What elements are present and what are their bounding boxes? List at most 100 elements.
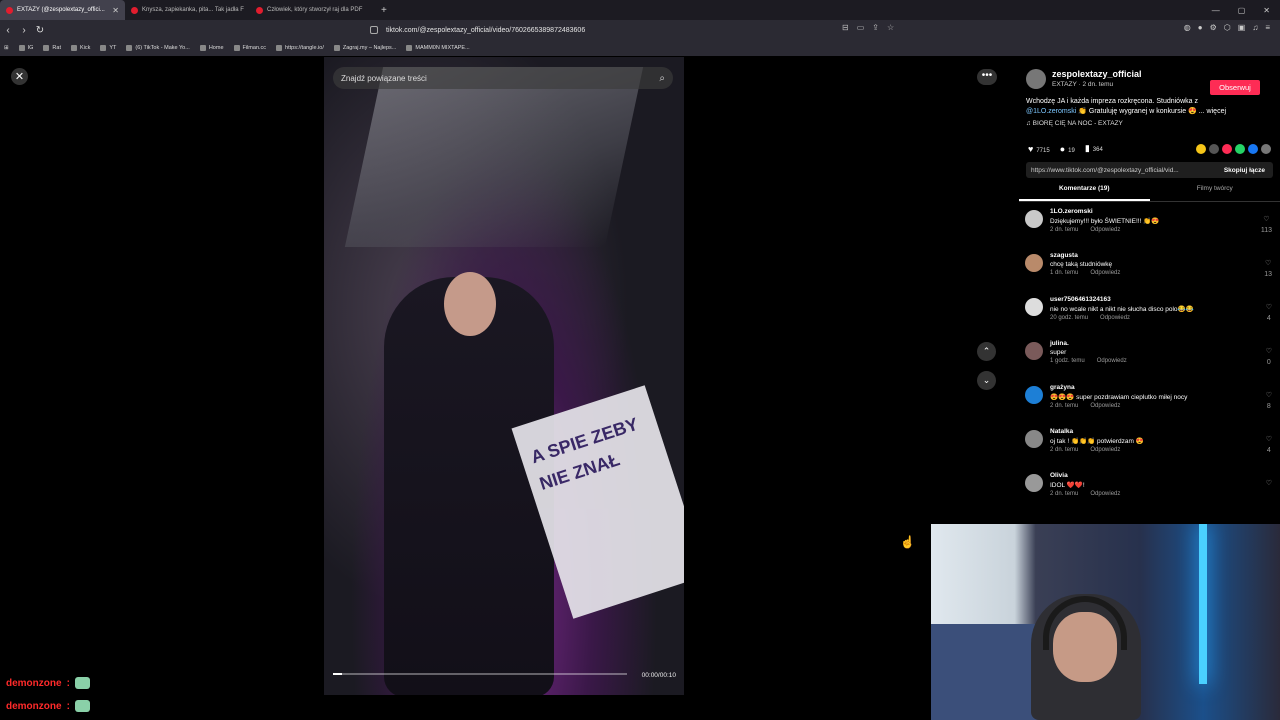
extension-icon[interactable]: ⚙	[1210, 23, 1217, 32]
save-button[interactable]: ▮ 364	[1085, 143, 1103, 154]
reload-icon[interactable]: ↻	[32, 25, 48, 36]
extension-icon[interactable]: ▣	[1238, 23, 1246, 32]
comment-username[interactable]: szagusta	[1050, 252, 1132, 259]
bookmark-item[interactable]: Rat	[43, 45, 61, 51]
comment-like-button[interactable]: ♡ 113	[1261, 214, 1272, 236]
comment-username[interactable]: Olivia	[1050, 472, 1132, 479]
new-tab-icon[interactable]: +	[375, 5, 393, 16]
tab-youtube-1[interactable]: Knysza, zapiekanka, pita... Tak jadła F	[125, 0, 250, 20]
tab-youtube-2[interactable]: Człowiek, który stworzył raj dla PDF	[250, 0, 375, 20]
comment-like-button[interactable]: ♡ 4	[1266, 434, 1272, 456]
comment-avatar[interactable]	[1025, 474, 1043, 492]
avatar[interactable]	[1026, 69, 1046, 89]
comment-username[interactable]: julina.	[1050, 340, 1139, 347]
extension-icon[interactable]: ◍	[1184, 23, 1191, 32]
bookmark-favicon-icon	[70, 45, 77, 51]
bookmark-item[interactable]: YT	[100, 45, 116, 51]
close-viewer-button[interactable]: ✕	[11, 68, 28, 85]
extension-icon[interactable]: ⬡	[1224, 23, 1231, 32]
bookmark-item[interactable]: Filman.cc	[233, 45, 266, 51]
comment-meta: 2 dn. temu Odpowiedz	[1050, 227, 1159, 233]
tab-comments[interactable]: Komentarze (19)	[1019, 185, 1150, 201]
author-name[interactable]: zespolextazy_official	[1052, 69, 1142, 79]
bookmark-favicon-icon	[18, 45, 25, 51]
comment-like-button[interactable]: ♡ 4	[1266, 302, 1272, 324]
extension-icon[interactable]: ●	[1198, 23, 1203, 32]
search-icon[interactable]: ⌕	[659, 73, 665, 84]
bookmark-item[interactable]: IG	[18, 45, 33, 51]
reply-button[interactable]: Odpowiedz	[1090, 270, 1120, 276]
whatsapp-icon[interactable]	[1235, 143, 1245, 154]
copy-link-button[interactable]: Skopiuj łącze	[1224, 167, 1273, 174]
comment-meta: 1 dn. temu Odpowiedz	[1050, 270, 1132, 276]
back-icon[interactable]: ‹	[0, 25, 16, 36]
bookmark-icon[interactable]	[370, 26, 378, 34]
comment-avatar[interactable]	[1025, 210, 1043, 228]
music-icon[interactable]: ♫	[1252, 23, 1258, 32]
bookmark-favicon-icon	[333, 45, 340, 51]
youtube-favicon-icon	[131, 6, 138, 14]
comment-button[interactable]: ● 19	[1060, 144, 1075, 154]
forward-share-icon[interactable]	[1261, 143, 1271, 154]
video-player[interactable]: A SPIE ZEBY NIE ZNAŁ Znajdź powiązane tr…	[324, 57, 684, 695]
mention-link[interactable]: @1LO.zeromski	[1026, 108, 1076, 115]
comment-avatar[interactable]	[1025, 254, 1043, 272]
search-placeholder: Znajdź powiązane treści	[341, 73, 427, 83]
share-icon[interactable]: ⇪	[872, 23, 879, 32]
reply-button[interactable]: Odpowiedz	[1090, 227, 1120, 233]
screenshot-icon[interactable]: ▭	[857, 23, 865, 32]
more-options-icon[interactable]: •••	[977, 69, 997, 85]
embed-icon[interactable]	[1209, 143, 1219, 154]
bookmark-item[interactable]: Kick	[70, 45, 90, 51]
bookmark-item[interactable]: Zagraj.my – Najleps...	[333, 45, 396, 51]
star-icon[interactable]: ☆	[887, 23, 894, 32]
comment-username[interactable]: grażyna	[1050, 384, 1187, 391]
bookmarks-bar: ⊞ IG Rat Kick YT (6) TikTok - Make Yo...…	[0, 40, 1280, 56]
reply-button[interactable]: Odpowiedz	[1090, 447, 1120, 453]
comment-like-count: 4	[1266, 315, 1271, 322]
comment-avatar[interactable]	[1025, 342, 1043, 360]
apps-grid-icon[interactable]: ⊞	[4, 45, 9, 51]
menu-icon[interactable]: ≡	[1265, 23, 1270, 32]
comment-username[interactable]: Natalka	[1050, 428, 1144, 435]
tab-label: Knysza, zapiekanka, pita... Tak jadła F	[142, 7, 244, 13]
comment-avatar[interactable]	[1025, 386, 1043, 404]
comment-avatar[interactable]	[1025, 298, 1043, 316]
comment-like-button[interactable]: ♡ 13	[1264, 258, 1272, 280]
reply-button[interactable]: Odpowiedz	[1090, 403, 1120, 409]
share-link-row: https://www.tiktok.com/@zespolextazy_off…	[1026, 162, 1273, 178]
like-button[interactable]: ♥ 7715	[1028, 144, 1050, 154]
tab-creator-videos[interactable]: Filmy twórcy	[1150, 185, 1280, 201]
follow-button[interactable]: Obserwuj	[1210, 80, 1260, 95]
tab-tiktok[interactable]: EXTAZY (@zespolextazy_offici... ✕	[0, 0, 125, 20]
related-search-input[interactable]: Znajdź powiązane treści ⌕	[333, 67, 673, 89]
minimize-icon[interactable]: —	[1212, 6, 1220, 15]
reader-icon[interactable]: ⊟	[842, 23, 849, 32]
share-icon[interactable]	[1222, 143, 1232, 154]
maximize-icon[interactable]: ▢	[1238, 6, 1246, 15]
comment-like-button[interactable]: ♡ 8	[1266, 390, 1272, 412]
tab-close-icon[interactable]: ✕	[112, 6, 119, 15]
reply-button[interactable]: Odpowiedz	[1097, 358, 1127, 364]
address-bar[interactable]: tiktok.com/@zespolextazy_official/video/…	[370, 23, 910, 37]
comment-username[interactable]: 1LO.zeromski	[1050, 208, 1159, 215]
facebook-icon[interactable]	[1248, 143, 1258, 154]
music-link[interactable]: ♫ BIORĘ CIĘ NA NOC - EXTAZY	[1019, 117, 1280, 130]
bookmark-item[interactable]: MAMM0N MIXTAPE...	[406, 45, 470, 51]
reply-button[interactable]: Odpowiedz	[1100, 315, 1130, 321]
comment-like-button[interactable]: ♡	[1266, 478, 1272, 489]
next-video-button[interactable]: ⌄	[977, 371, 996, 390]
bookmark-item[interactable]: Home	[199, 45, 224, 51]
comment-like-button[interactable]: ♡ 0	[1266, 346, 1272, 368]
comment-username[interactable]: user7506461324163	[1050, 296, 1194, 303]
forward-icon[interactable]: ›	[16, 25, 32, 36]
share-friends-icon[interactable]	[1196, 143, 1206, 154]
window-close-icon[interactable]: ✕	[1263, 6, 1270, 15]
previous-video-button[interactable]: ⌃	[977, 342, 996, 361]
reply-button[interactable]: Odpowiedz	[1090, 491, 1120, 497]
bookmark-item[interactable]: https://tangle.io/	[276, 45, 324, 51]
bookmark-item[interactable]: (6) TikTok - Make Yo...	[126, 45, 190, 51]
heart-outline-icon: ♡	[1265, 392, 1272, 399]
video-progress-bar[interactable]	[333, 673, 627, 675]
comment-avatar[interactable]	[1025, 430, 1043, 448]
